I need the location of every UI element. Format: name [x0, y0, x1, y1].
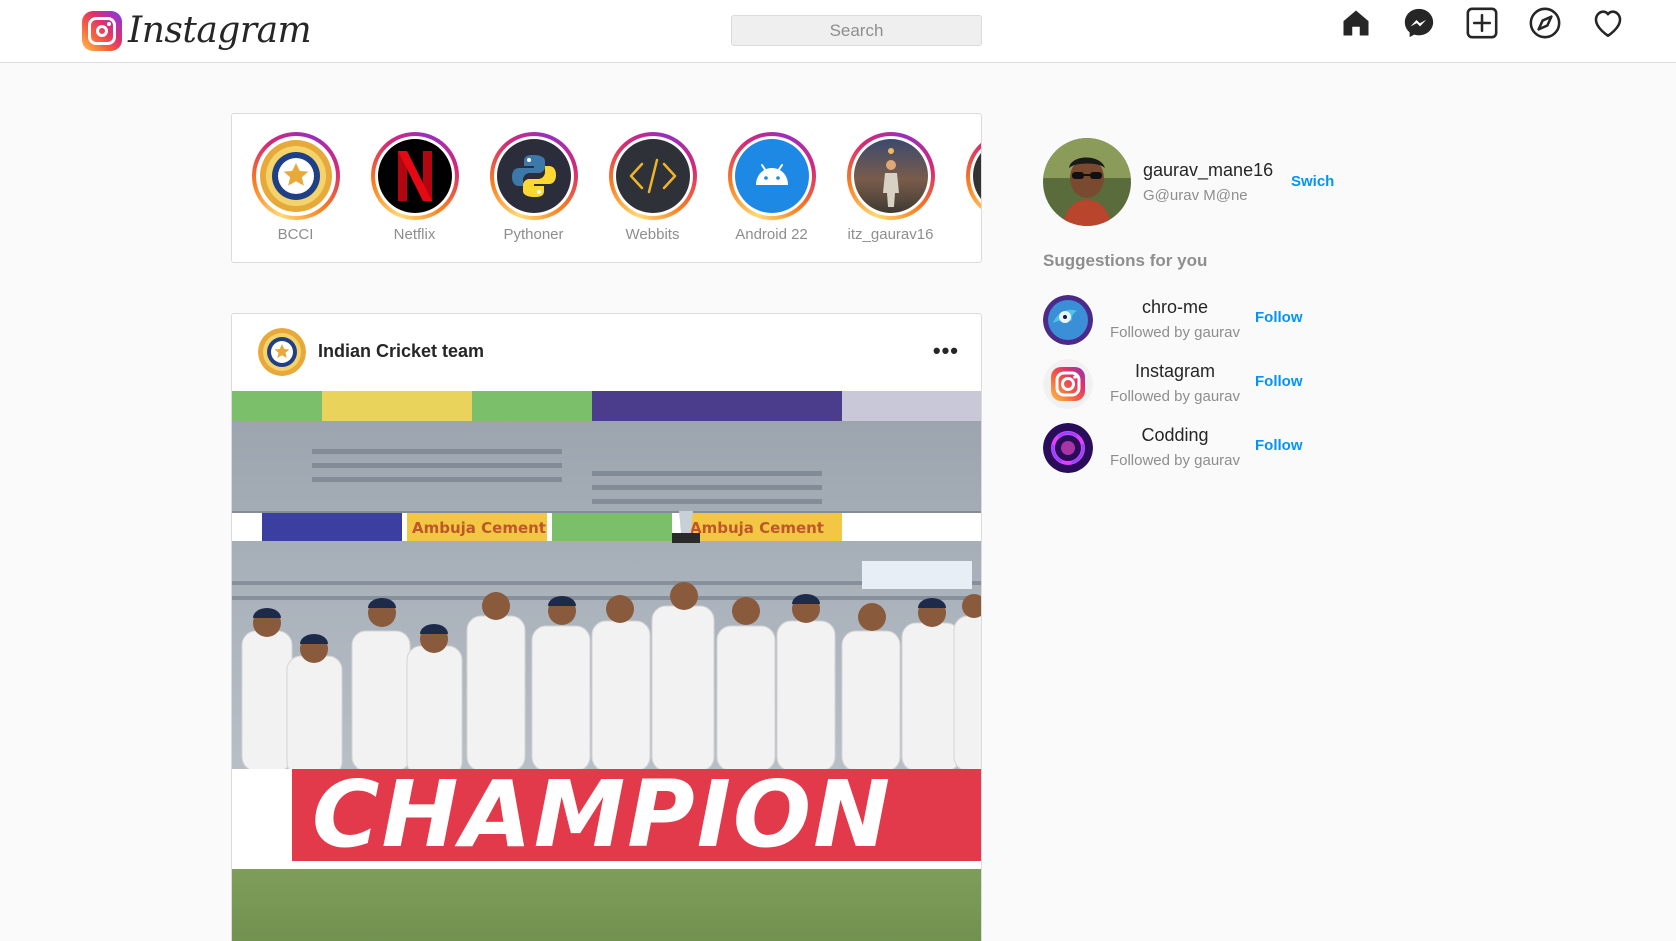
- suggestions-title: Suggestions for you: [1043, 251, 1208, 270]
- suggestion-avatar[interactable]: [1043, 423, 1093, 473]
- suggestion-item: chro-me Followed by gaurav Follow: [1043, 295, 1343, 347]
- feed-post: Indian Cricket team ••• Ambuja Cement Am…: [231, 313, 982, 941]
- brand[interactable]: Instagram: [82, 10, 312, 51]
- home-icon[interactable]: [1339, 6, 1373, 40]
- top-navbar: Instagram: [0, 0, 1676, 63]
- story-avatar: [972, 139, 981, 213]
- story-item[interactable]: itz_gaurav16: [831, 132, 950, 243]
- person-photo-avatar: [853, 139, 928, 213]
- netflix-logo-icon: [377, 139, 452, 213]
- messenger-icon[interactable]: [1402, 6, 1436, 40]
- instagram-logo-icon: [82, 10, 122, 51]
- story-item[interactable]: BCCI: [236, 132, 355, 243]
- instagram-logo-icon[interactable]: [1043, 359, 1093, 409]
- ad-text: Ambuja Cement: [690, 519, 824, 537]
- switch-account-link[interactable]: Swich: [1291, 173, 1334, 190]
- current-user-card: gaurav_mane16 G@urav M@ne: [1043, 138, 1273, 226]
- story-label: Netflix: [393, 226, 436, 243]
- suggestion-name[interactable]: Instagram: [1105, 361, 1245, 382]
- story-label: BCCI: [277, 226, 314, 243]
- more-options-icon[interactable]: •••: [933, 338, 959, 364]
- story-label: itz_gaurav16: [847, 226, 934, 243]
- brand-wordmark: Instagram: [128, 10, 312, 51]
- story-item[interactable]: Webbits: [593, 132, 712, 243]
- bcci-logo-icon: [258, 139, 333, 213]
- suggestion-subtext: Followed by gaurav: [1109, 324, 1241, 341]
- python-logo-icon: [496, 139, 571, 213]
- suggestion-avatar[interactable]: [1043, 295, 1093, 345]
- story-item[interactable]: [950, 132, 981, 220]
- suggestion-item: Codding Followed by gaurav Follow: [1043, 423, 1343, 475]
- nav-icons: [1339, 6, 1625, 40]
- story-item[interactable]: Pythoner: [474, 132, 593, 243]
- android-logo-icon: [734, 139, 809, 213]
- suggestion-item: Instagram Followed by gaurav Follow: [1043, 359, 1343, 411]
- follow-button[interactable]: Follow: [1255, 437, 1303, 454]
- post-image[interactable]: Ambuja Cement Ambuja Cement CHAMPION: [232, 391, 981, 941]
- story-label: Webbits: [625, 226, 680, 243]
- activity-heart-icon[interactable]: [1591, 6, 1625, 40]
- post-header: Indian Cricket team •••: [232, 314, 981, 391]
- profile-fullname: G@urav M@ne: [1143, 187, 1248, 204]
- story-item[interactable]: Android 22: [712, 132, 831, 243]
- profile-avatar[interactable]: [1043, 138, 1131, 226]
- suggestion-subtext: Followed by gaurav: [1109, 388, 1241, 405]
- story-label: Pythoner: [503, 226, 564, 243]
- story-label: Android 22: [735, 226, 808, 243]
- post-avatar[interactable]: [258, 328, 306, 376]
- ad-text: Ambuja Cement: [412, 519, 546, 537]
- banner-text: CHAMPION: [312, 761, 892, 868]
- code-icon: [615, 139, 690, 213]
- search-input[interactable]: [731, 15, 982, 46]
- suggestion-subtext: Followed by gaurav: [1109, 452, 1241, 469]
- suggestion-name[interactable]: Codding: [1105, 425, 1245, 446]
- suggestion-name[interactable]: chro-me: [1105, 297, 1245, 318]
- story-item[interactable]: Netflix: [355, 132, 474, 243]
- follow-button[interactable]: Follow: [1255, 309, 1303, 326]
- explore-icon[interactable]: [1528, 6, 1562, 40]
- stories-tray: BCCI Netflix Pythoner Webbits Android 22…: [231, 113, 982, 263]
- new-post-icon[interactable]: [1465, 6, 1499, 40]
- profile-username[interactable]: gaurav_mane16: [1143, 160, 1273, 181]
- follow-button[interactable]: Follow: [1255, 373, 1303, 390]
- post-username[interactable]: Indian Cricket team: [318, 341, 484, 362]
